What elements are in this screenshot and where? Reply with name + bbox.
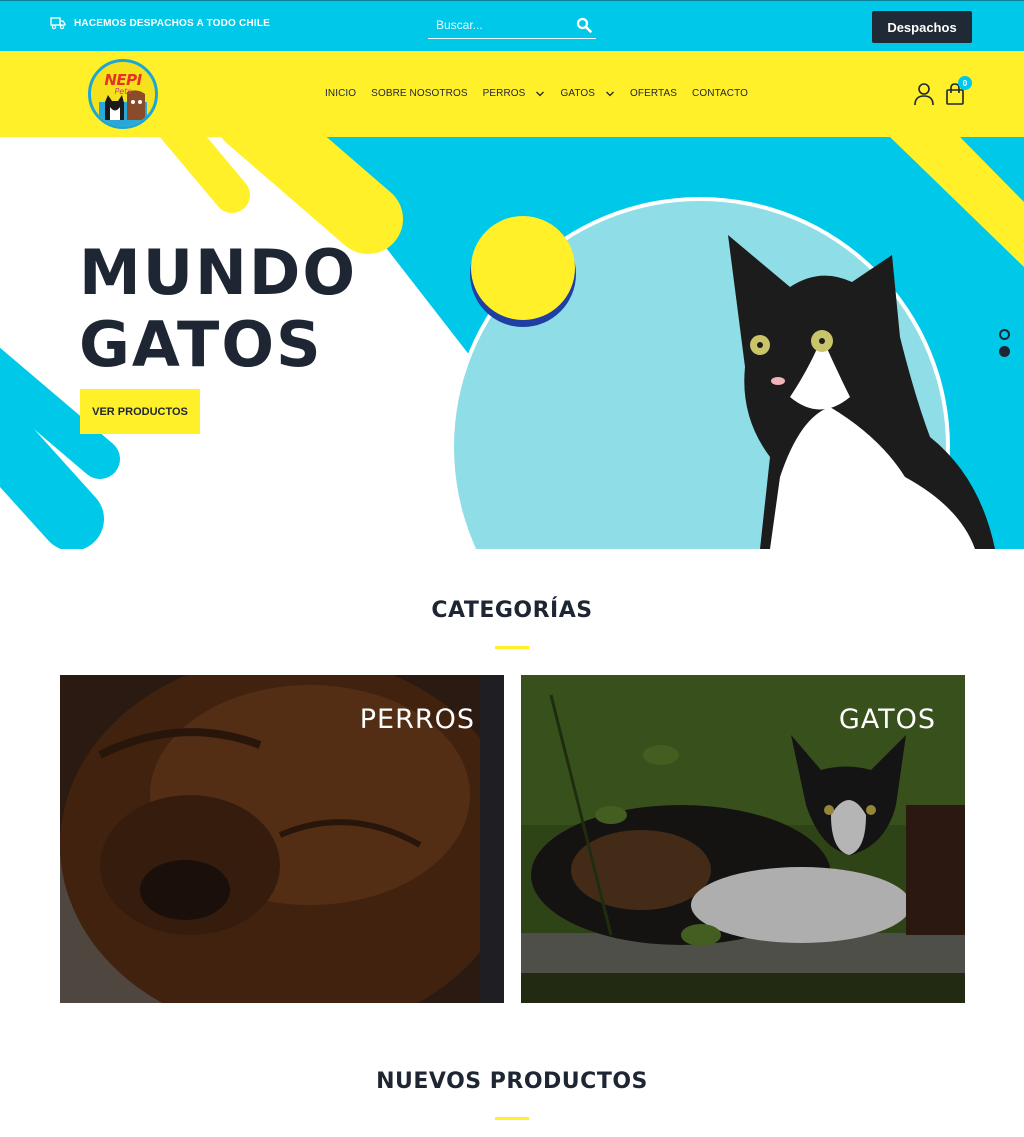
nav-label: OFERTAS — [630, 88, 678, 99]
nav-label: INICIO — [325, 88, 357, 99]
nav-label: PERROS — [482, 88, 526, 99]
truck-icon — [50, 17, 66, 30]
user-icon[interactable] — [913, 82, 935, 106]
nav-label: GATOS — [560, 88, 596, 99]
nav-item-perros[interactable]: PERROS — [483, 88, 546, 99]
category-label: PERROS — [359, 704, 475, 735]
main-header: Pets NEPI INICIO SOBRE NOSOTROS PERROS G… — [0, 51, 1024, 137]
slider-dot-1[interactable] — [999, 329, 1010, 340]
nav-item-contacto[interactable]: CONTACTO — [692, 88, 748, 99]
nav-item-sobre-nosotros[interactable]: SOBRE NOSOTROS — [371, 88, 467, 99]
nav-item-ofertas[interactable]: OFERTAS — [630, 88, 677, 99]
category-card-gatos[interactable]: GATOS — [521, 675, 965, 1003]
chevron-down-icon — [606, 91, 614, 96]
hero-title-line1: MUNDO — [79, 236, 358, 309]
nav-item-inicio[interactable]: INICIO — [325, 88, 356, 99]
categories-underline — [495, 646, 529, 649]
slider-dot-2[interactable] — [999, 346, 1010, 357]
nav-label: SOBRE NOSOTROS — [371, 88, 468, 99]
nav-item-gatos[interactable]: GATOS — [560, 88, 615, 99]
shipping-text: HACEMOS DESPACHOS A TODO CHILE — [74, 17, 271, 29]
ver-productos-button[interactable]: VER PRODUCTOS — [80, 389, 200, 434]
logo[interactable]: Pets NEPI — [88, 59, 158, 129]
shipping-notice: HACEMOS DESPACHOS A TODO CHILE — [50, 16, 270, 30]
cart-count-badge: 0 — [958, 76, 972, 90]
chevron-down-icon — [536, 91, 545, 96]
category-card-perros[interactable]: PERROS — [60, 675, 504, 1003]
hero-slider: MUNDO GATOS VER PRODUCTOS — [0, 137, 1024, 549]
new-products-title: NUEVOS PRODUCTOS — [376, 1069, 648, 1094]
logo-text: NEPI — [104, 71, 142, 89]
top-bar: HACEMOS DESPACHOS A TODO CHILE Despachos — [0, 0, 1024, 51]
search-input[interactable] — [428, 12, 568, 38]
hero-title: MUNDO GATOS — [79, 237, 357, 381]
categories-title: CATEGORÍAS — [431, 598, 593, 623]
main-nav: INICIO SOBRE NOSOTROS PERROS GATOS OFERT… — [325, 88, 748, 99]
category-label: GATOS — [838, 704, 936, 735]
search-icon[interactable] — [576, 17, 592, 33]
despachos-button[interactable]: Despachos — [872, 11, 972, 43]
new-products-underline — [495, 1117, 529, 1120]
hero-title-line2: GATOS — [79, 308, 323, 381]
search-box — [428, 12, 596, 39]
nav-label: CONTACTO — [692, 88, 749, 99]
